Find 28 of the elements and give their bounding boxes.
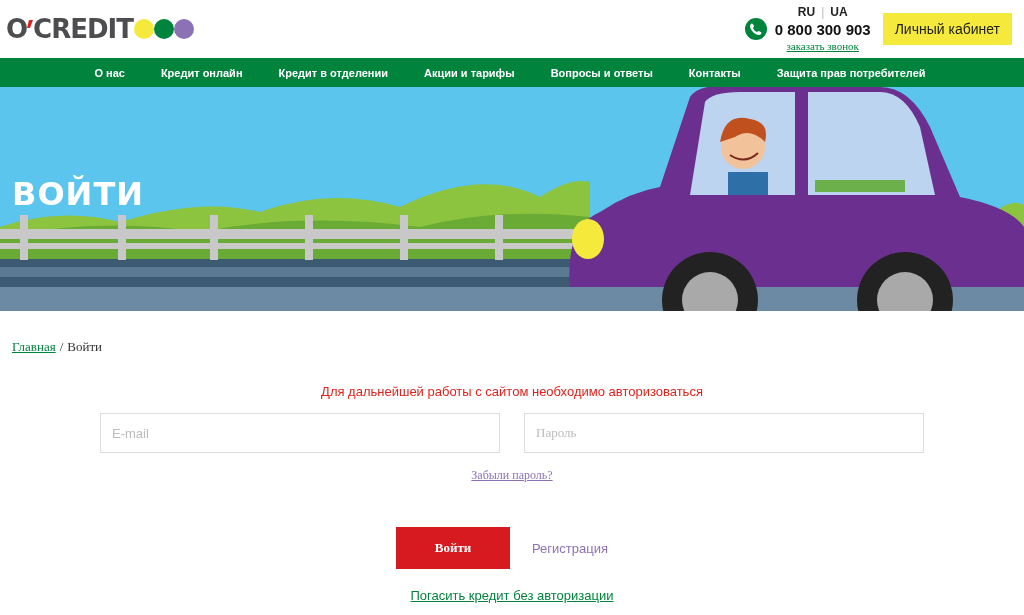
nav-link[interactable]: О нас [76,66,143,79]
breadcrumb-home-link[interactable]: Главная [12,339,56,355]
auth-notice: Для дальнейшей работы с сайтом необходимо авторизоваться [321,384,703,399]
account-button[interactable]: Личный кабинет [882,13,1012,45]
email-field[interactable]: E-mail [100,413,500,453]
page-title: ВОЙТИ [12,175,144,213]
login-button[interactable]: Войти [396,527,510,569]
logo-text: O [6,14,28,44]
phone-icon [744,18,767,40]
nav-link[interactable]: Кредит в отделении [260,66,406,79]
breadcrumb-current: Войти [67,339,103,355]
breadcrumb-separator: / [59,339,64,355]
nav-link[interactable]: Акции и тарифы [406,66,533,79]
language-link[interactable]: UA [830,6,848,18]
nav-link[interactable]: Защита прав потребителей [758,66,944,79]
logo-text: CREDIT [33,14,133,44]
phone-number[interactable]: 0 800 300 903 [774,22,871,37]
nav-link[interactable]: Кредит онлайн [142,66,261,79]
callback-link[interactable]: заказать звонок [786,41,859,52]
nav-link[interactable]: Вопросы и ответы [532,66,671,79]
logo-accent-icon [27,20,34,30]
register-link[interactable]: Регистрация [532,540,608,556]
password-field[interactable]: Пароль [524,413,924,453]
repay-without-login-link[interactable]: Погасить кредит без авторизации [410,588,614,603]
forgot-password-link[interactable]: Забыли пароль? [471,468,553,483]
language-separator: | [821,6,825,18]
language-link[interactable]: RU [797,6,816,18]
nav-link[interactable]: Контакты [670,66,759,79]
